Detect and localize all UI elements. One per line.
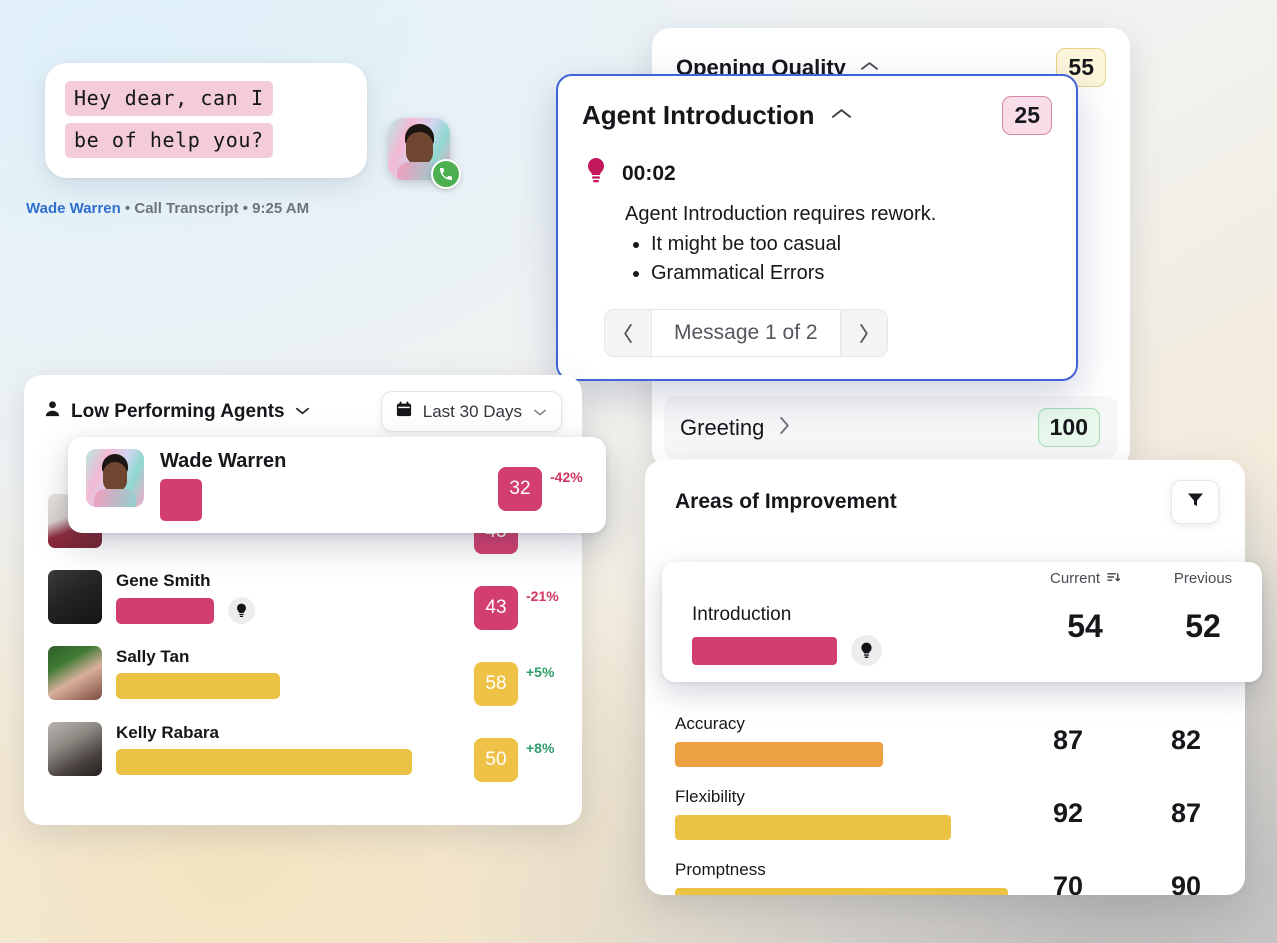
agent-name: Kelly Rabara bbox=[116, 723, 219, 742]
transcript-speaker-name[interactable]: Wade Warren bbox=[26, 200, 121, 217]
issue-description: Agent Introduction requires rework. bbox=[625, 203, 937, 225]
score-tile: 43 bbox=[474, 586, 518, 630]
metric-column-headers: Current Previous bbox=[1046, 570, 1242, 587]
delta-value: -42% bbox=[550, 469, 583, 485]
lightbulb-icon[interactable] bbox=[851, 635, 882, 666]
score-tile: 58 bbox=[474, 662, 518, 706]
previous-message-button[interactable] bbox=[605, 310, 651, 357]
metric-bar bbox=[675, 888, 1008, 895]
agent-name: Sally Tan bbox=[116, 647, 190, 666]
table-row[interactable]: Sally Tan 58 +5% bbox=[24, 638, 582, 714]
meta-separator: • bbox=[124, 200, 131, 217]
previous-value: 87 bbox=[1170, 798, 1202, 828]
table-row[interactable]: Kelly Rabara 50 +8% bbox=[24, 714, 582, 790]
agents-panel-header: Low Performing Agents Last 30 Days bbox=[24, 375, 582, 432]
transcript-time: 9:25 AM bbox=[252, 200, 310, 217]
agent-name: Wade Warren bbox=[160, 450, 287, 472]
person-icon bbox=[44, 400, 61, 423]
metric-name: Promptness bbox=[675, 860, 766, 879]
metric-name: Introduction bbox=[692, 604, 792, 625]
score-bar bbox=[116, 673, 280, 699]
greeting-row[interactable]: Greeting 100 bbox=[664, 396, 1118, 459]
issue-bullet-list: It might be too casual Grammatical Error… bbox=[625, 230, 1052, 287]
avatar bbox=[48, 646, 102, 700]
list-item: It might be too casual bbox=[651, 230, 1052, 258]
metric-name: Flexibility bbox=[675, 787, 745, 806]
chevron-up-icon[interactable] bbox=[831, 107, 852, 125]
avatar bbox=[48, 570, 102, 624]
next-message-button[interactable] bbox=[840, 310, 887, 357]
score-bar bbox=[116, 749, 412, 775]
previous-value: 90 bbox=[1170, 871, 1202, 895]
panel-title: Low Performing Agents bbox=[71, 400, 285, 422]
status-badge: 100 bbox=[1037, 408, 1100, 447]
filter-button[interactable] bbox=[1171, 480, 1219, 524]
delta-value: +5% bbox=[526, 664, 555, 680]
introduction-metric-row[interactable]: Current Previous Introduction 54 52 bbox=[662, 562, 1262, 682]
list-item: Grammatical Errors bbox=[651, 259, 1052, 287]
current-value: 92 bbox=[1052, 798, 1084, 828]
filter-icon bbox=[1187, 492, 1204, 512]
greeting-label: Greeting bbox=[680, 414, 765, 440]
table-row[interactable]: Accuracy 87 82 bbox=[645, 704, 1245, 777]
call-transcript-card: Hey dear, can I be of help you? bbox=[45, 63, 367, 178]
metric-bar bbox=[675, 742, 883, 767]
table-row[interactable]: Promptness 70 90 bbox=[645, 850, 1245, 895]
transcript-source: Call Transcript bbox=[134, 200, 239, 217]
score-tile: 32 bbox=[498, 467, 542, 511]
message-counter-label: Message 1 of 2 bbox=[651, 310, 841, 357]
delta-value: -21% bbox=[526, 588, 559, 604]
agent-name: Gene Smith bbox=[116, 571, 211, 590]
agent-introduction-header[interactable]: Agent Introduction 25 bbox=[582, 96, 1052, 135]
meta-separator: • bbox=[242, 200, 248, 217]
previous-value: 52 bbox=[1185, 608, 1221, 644]
date-range-label: Last 30 Days bbox=[422, 401, 522, 421]
lightbulb-icon[interactable] bbox=[228, 597, 255, 624]
phone-icon bbox=[431, 159, 461, 189]
avatar-face bbox=[406, 132, 433, 165]
table-row[interactable]: Flexibility 92 87 bbox=[645, 777, 1245, 850]
timestamp: 00:02 bbox=[622, 161, 676, 185]
transcript-line: Hey dear, can I bbox=[65, 81, 273, 116]
column-label: Current bbox=[1049, 570, 1101, 587]
chevron-down-icon[interactable] bbox=[533, 402, 547, 422]
column-header-previous[interactable]: Previous bbox=[1164, 570, 1242, 587]
metric-bar bbox=[675, 815, 951, 840]
agent-introduction-card: Agent Introduction 25 00:02 Agent Introd… bbox=[556, 74, 1078, 382]
current-value: 70 bbox=[1052, 871, 1084, 895]
agent-hover-card[interactable]: Wade Warren 32 -42% bbox=[68, 437, 606, 533]
lightbulb-icon bbox=[584, 157, 608, 190]
message-pagination: Message 1 of 2 bbox=[604, 309, 888, 358]
column-header-current[interactable]: Current bbox=[1046, 570, 1124, 587]
avatar bbox=[86, 449, 144, 507]
transcript-meta: Wade Warren • Call Transcript • 9:25 AM bbox=[26, 200, 309, 217]
previous-value: 82 bbox=[1170, 725, 1202, 755]
transcript-line: be of help you? bbox=[65, 123, 273, 158]
agents-title-dropdown[interactable]: Low Performing Agents bbox=[44, 400, 310, 423]
metric-bar bbox=[692, 636, 837, 665]
status-badge: 25 bbox=[1002, 96, 1052, 135]
card-title: Agent Introduction bbox=[582, 100, 815, 130]
calendar-icon bbox=[396, 401, 412, 422]
score-tile: 50 bbox=[474, 738, 518, 782]
delta-value: +8% bbox=[526, 740, 555, 756]
score-bar bbox=[116, 597, 214, 624]
panel-title: Areas of Improvement bbox=[675, 490, 897, 513]
column-label: Previous bbox=[1173, 570, 1233, 587]
date-range-filter[interactable]: Last 30 Days bbox=[380, 391, 562, 432]
table-row[interactable]: Gene Smith 43 -21% bbox=[24, 562, 582, 638]
improvement-panel-header: Areas of Improvement bbox=[645, 460, 1245, 524]
avatar bbox=[48, 722, 102, 776]
sort-descending-icon[interactable] bbox=[1107, 570, 1121, 587]
metric-name: Accuracy bbox=[675, 714, 745, 733]
current-value: 87 bbox=[1052, 725, 1084, 755]
score-bar bbox=[160, 479, 202, 521]
chevron-down-icon[interactable] bbox=[295, 403, 310, 421]
current-value: 54 bbox=[1067, 608, 1103, 644]
chevron-right-icon[interactable] bbox=[778, 416, 790, 440]
